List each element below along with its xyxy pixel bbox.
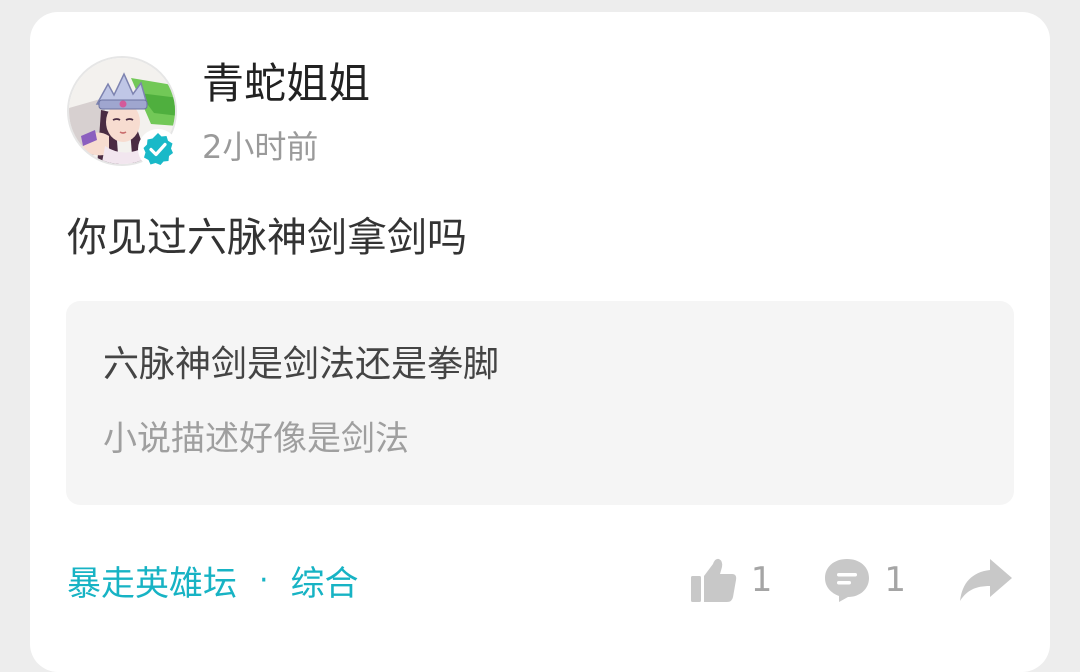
post-card[interactable]: 青蛇姐姐 2小时前 你见过六脉神剑拿剑吗 六脉神剑是剑法还是拳脚 小说描述好像是… (30, 12, 1050, 672)
post-timestamp: 2小时前 (202, 128, 319, 166)
like-button[interactable]: 1 (689, 556, 773, 604)
quoted-post-excerpt: 小说描述好像是剑法 (103, 419, 409, 459)
author-name[interactable]: 青蛇姐姐 (202, 56, 370, 112)
post-actions: 1 1 (689, 552, 1014, 608)
forum-tag[interactable]: 暴走英雄坛 (67, 556, 237, 605)
thumbs-up-icon (690, 558, 736, 602)
comment-button[interactable]: 1 (822, 556, 906, 604)
post-text: 你见过六脉神剑拿剑吗 (67, 215, 467, 261)
share-arrow-icon (960, 559, 1012, 601)
comment-count: 1 (884, 560, 906, 600)
quoted-post[interactable]: 六脉神剑是剑法还是拳脚 小说描述好像是剑法 (66, 301, 1014, 505)
tag-separator: · (259, 562, 269, 598)
post-tags: 暴走英雄坛 · 综合 (67, 556, 359, 604)
verified-check-badge-icon (143, 133, 173, 165)
quoted-post-title: 六脉神剑是剑法还是拳脚 (103, 344, 500, 385)
comment-bubble-icon (825, 559, 870, 602)
category-tag[interactable]: 综合 (291, 556, 359, 605)
verified-badge (138, 129, 178, 169)
like-count: 1 (750, 560, 773, 600)
share-button[interactable] (958, 557, 1014, 603)
